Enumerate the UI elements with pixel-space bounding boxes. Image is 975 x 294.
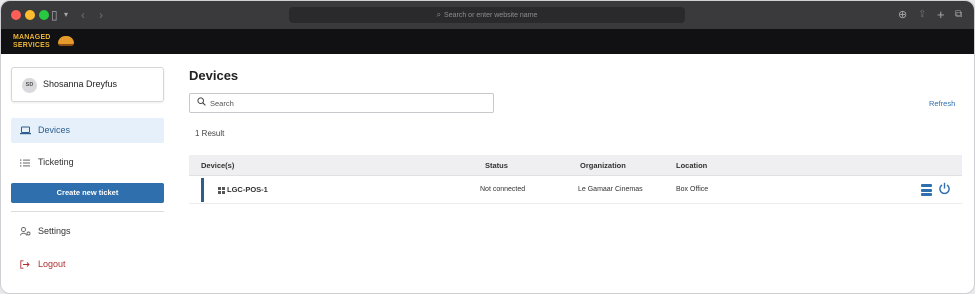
search-icon [197, 97, 206, 108]
column-header-location[interactable]: Location [676, 155, 707, 176]
laptop-icon [20, 118, 31, 143]
devices-table: Device(s) Status Organization Location L… [189, 155, 962, 204]
address-placeholder: Search or enter website name [444, 12, 538, 19]
logo-line-1: MANAGED [13, 34, 51, 41]
address-bar[interactable]: ⌕ Search or enter website name [289, 7, 685, 23]
sidebar-item-label: Ticketing [38, 157, 74, 167]
sidebar-item-label: Logout [38, 259, 66, 269]
tabs-icon[interactable]: ⧉ [955, 7, 962, 23]
server-icon[interactable] [921, 184, 932, 196]
sidebar-icon[interactable]: ▯ [51, 7, 58, 23]
page-title: Devices [189, 68, 239, 83]
create-ticket-button[interactable]: Create new ticket [11, 183, 164, 203]
forward-icon[interactable]: › [99, 7, 103, 23]
avatar: SD [22, 78, 37, 93]
refresh-link[interactable]: Refresh [929, 99, 955, 108]
column-header-organization[interactable]: Organization [580, 155, 626, 176]
sidebar-item-ticketing[interactable]: Ticketing [11, 150, 164, 175]
sidebar-item-label: Settings [38, 226, 71, 236]
burger-logo-icon [58, 36, 74, 46]
chevron-down-icon[interactable]: ▾ [64, 7, 68, 23]
row-selection-indicator [201, 178, 204, 202]
logo-line-2: SERVICES [13, 41, 50, 49]
logout-icon [20, 252, 30, 277]
search-icon: ⌕ [436, 10, 442, 19]
new-tab-icon[interactable]: + [937, 7, 945, 23]
device-location: Box Office [676, 186, 709, 193]
zoom-window-button[interactable] [39, 10, 49, 20]
user-settings-icon [20, 219, 31, 244]
result-count: 1 Result [195, 129, 225, 138]
user-name: Shosanna Dreyfus [43, 79, 118, 89]
sidebar-item-logout[interactable]: Logout [11, 252, 164, 277]
search-box[interactable] [189, 93, 494, 113]
close-window-button[interactable] [11, 10, 21, 20]
browser-toolbar: ▯ ▾ ‹ › ⌕ Search or enter website name ⊕ … [1, 1, 974, 29]
device-organization: Le Gamaar Cinemas [578, 186, 643, 193]
table-row[interactable]: LGC-POS-1 Not connected Le Gamaar Cinema… [189, 176, 962, 204]
sidebar-divider [11, 211, 164, 212]
search-input[interactable] [210, 97, 480, 110]
device-status: Not connected [480, 186, 526, 193]
power-icon[interactable] [938, 182, 951, 198]
logo[interactable]: MANAGED SERVICES [13, 34, 77, 50]
sidebar-item-devices[interactable]: Devices [11, 118, 164, 143]
list-icon [20, 150, 30, 175]
sidebar-item-label: Devices [38, 125, 71, 135]
download-icon[interactable]: ⊕ [898, 7, 907, 23]
column-header-device[interactable]: Device(s) [201, 155, 234, 176]
column-header-status[interactable]: Status [485, 155, 508, 176]
user-card[interactable]: SD Shosanna Dreyfus [11, 67, 164, 102]
back-icon[interactable]: ‹ [81, 7, 85, 23]
minimize-window-button[interactable] [25, 10, 35, 20]
sidebar-item-settings[interactable]: Settings [11, 219, 164, 244]
table-header: Device(s) Status Organization Location [189, 155, 962, 176]
windows-icon [218, 187, 225, 194]
device-name[interactable]: LGC-POS-1 [227, 176, 268, 204]
share-icon[interactable]: ⇪ [918, 7, 926, 23]
browser-window: ▯ ▾ ‹ › ⌕ Search or enter website name ⊕ … [0, 0, 975, 294]
app-header: MANAGED SERVICES [1, 29, 974, 54]
